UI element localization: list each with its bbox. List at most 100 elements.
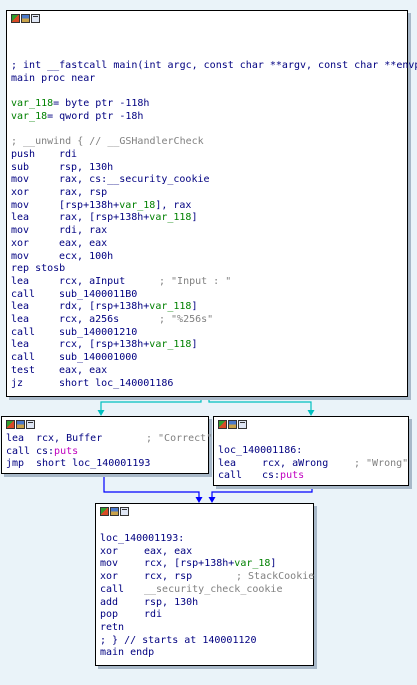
operand: rcx, [rsp+138h+ bbox=[59, 339, 150, 351]
label-text[interactable]: loc_140001193: bbox=[100, 533, 184, 545]
block-titlebar bbox=[7, 11, 407, 25]
mnemonic: lea bbox=[218, 457, 237, 469]
operand: eax, eax bbox=[59, 364, 108, 376]
inline-comment: ; "Wrong" bbox=[354, 457, 409, 469]
graph-zoom-icon[interactable] bbox=[31, 14, 40, 23]
mnemonic: jz bbox=[11, 377, 24, 389]
inline-comment: ; "%256s" bbox=[159, 314, 214, 325]
operand: rax, [rsp+138h+ bbox=[59, 212, 150, 224]
block-titlebar bbox=[96, 504, 313, 518]
operand: rdx, [rsp+138h+ bbox=[59, 301, 150, 313]
operand: rdi bbox=[59, 148, 78, 160]
operand[interactable]: sub_140001000 bbox=[59, 352, 137, 364]
operand: rax, cs:__security_cookie bbox=[59, 174, 210, 186]
mnemonic: mov bbox=[11, 174, 30, 186]
mnemonic: call bbox=[11, 326, 36, 338]
operand[interactable]: rcx, aInput bbox=[59, 276, 125, 288]
graph-zoom-icon[interactable] bbox=[120, 507, 129, 516]
var-ref[interactable]: var_18 bbox=[119, 200, 155, 212]
operand: cs: bbox=[262, 470, 281, 482]
operand: cs: bbox=[36, 445, 55, 457]
operand[interactable]: short loc_140001186 bbox=[59, 378, 173, 390]
mnemonic: call bbox=[218, 470, 243, 482]
mnemonic: push bbox=[11, 148, 36, 160]
graph-zoom-icon[interactable] bbox=[26, 420, 35, 429]
graph-color-icon[interactable] bbox=[6, 420, 15, 429]
code-block-wrong[interactable]: loc_140001186: lea rcx, aWrong ; "Wrong" cal… bbox=[213, 416, 409, 486]
mnemonic: xor bbox=[11, 187, 30, 198]
var-def: = qword ptr -18h bbox=[47, 110, 144, 122]
inline-comment: ; "Input : " bbox=[159, 275, 232, 287]
var-ref[interactable]: var_118 bbox=[149, 339, 191, 351]
operand[interactable]: rcx, Buffer bbox=[36, 433, 102, 445]
mnemonic: mov bbox=[11, 250, 30, 262]
mnemonic: pop bbox=[100, 609, 119, 621]
code-block-end[interactable]: loc_140001193: xor eax, eax mov rcx, [rsp+13… bbox=[95, 503, 314, 666]
var-name[interactable]: var_18 bbox=[11, 111, 47, 123]
block-titlebar bbox=[214, 417, 408, 431]
graph-palette-icon[interactable] bbox=[228, 420, 237, 429]
edge-merge-correct bbox=[103, 473, 200, 501]
mnemonic: call bbox=[6, 445, 31, 457]
graph-palette-icon[interactable] bbox=[110, 507, 119, 516]
inline-comment: ; "Correct" bbox=[146, 433, 213, 444]
endp-text: main endp bbox=[100, 647, 155, 659]
var-def: = byte ptr -118h bbox=[53, 98, 150, 110]
import-ref[interactable]: puts bbox=[280, 470, 304, 482]
graph-palette-icon[interactable] bbox=[16, 420, 25, 429]
import-ref[interactable]: puts bbox=[54, 446, 78, 458]
operand-tail: ] bbox=[191, 301, 198, 313]
graph-palette-icon[interactable] bbox=[21, 14, 30, 23]
proc-text: main proc near bbox=[11, 72, 96, 84]
mnemonic: lea bbox=[11, 339, 30, 351]
graph-color-icon[interactable] bbox=[100, 507, 109, 516]
operand[interactable]: short loc_140001193 bbox=[36, 458, 150, 470]
code-block-correct[interactable]: lea rcx, Buffer ; "Correct" call cs: puts jmp s… bbox=[1, 416, 213, 474]
operand-tail: ] bbox=[270, 558, 277, 570]
operand-tail: ] bbox=[191, 212, 198, 224]
operand[interactable]: rcx, aWrong bbox=[262, 458, 328, 470]
mnemonic: mov bbox=[11, 225, 30, 237]
mnemonic: lea bbox=[11, 212, 30, 224]
code-block-main[interactable]: ; int __fastcall main(int argc, const ch… bbox=[6, 10, 417, 397]
mnemonic: lea bbox=[6, 433, 25, 444]
mnemonic: jmp bbox=[6, 458, 25, 470]
operand[interactable]: rcx, a256s bbox=[59, 314, 119, 326]
edge-merge-wrong bbox=[211, 485, 313, 501]
var-ref[interactable]: var_18 bbox=[234, 558, 270, 570]
comment-text: ; __unwind { // __GSHandlerCheck bbox=[11, 136, 204, 148]
mnemonic: add bbox=[100, 596, 119, 608]
mnemonic: lea bbox=[11, 275, 30, 287]
operand: rax, rsp bbox=[59, 187, 108, 198]
operand: ecx, 100h bbox=[59, 250, 114, 262]
graph-zoom-icon[interactable] bbox=[238, 420, 247, 429]
operand: rcx, rsp bbox=[144, 571, 193, 583]
edge-taken-false bbox=[100, 396, 202, 414]
mnemonic: sub bbox=[11, 161, 30, 173]
operand: eax, eax bbox=[144, 545, 193, 557]
var-name[interactable]: var_118 bbox=[11, 98, 53, 110]
mnemonic: retn bbox=[100, 621, 125, 633]
operand[interactable]: sub_1400011B0 bbox=[59, 289, 137, 301]
var-ref[interactable]: var_118 bbox=[149, 301, 191, 313]
comment-text: ; } // starts at 140001120 bbox=[100, 634, 257, 646]
operand: rsp, 130h bbox=[144, 596, 199, 608]
mnemonic: mov bbox=[100, 558, 119, 570]
graph-color-icon[interactable] bbox=[11, 14, 20, 23]
function-ref[interactable]: __security_check_cookie bbox=[144, 584, 282, 596]
operand: rdi bbox=[144, 609, 163, 621]
var-ref[interactable]: var_118 bbox=[149, 212, 191, 224]
mnemonic: test bbox=[11, 364, 36, 376]
mnemonic: xor bbox=[100, 545, 119, 557]
mnemonic: call bbox=[11, 352, 36, 364]
mnemonic: mov bbox=[11, 199, 30, 211]
mnemonic: lea bbox=[11, 301, 30, 313]
operand[interactable]: sub_140001210 bbox=[59, 327, 137, 339]
mnemonic: rep stosb bbox=[11, 263, 66, 275]
mnemonic: xor bbox=[11, 237, 30, 249]
operand-tail: ] bbox=[191, 339, 198, 351]
graph-color-icon[interactable] bbox=[218, 420, 227, 429]
operand: rsp, 130h bbox=[59, 161, 114, 173]
edge-taken-true bbox=[208, 396, 312, 414]
label-text[interactable]: loc_140001186: bbox=[218, 445, 302, 457]
